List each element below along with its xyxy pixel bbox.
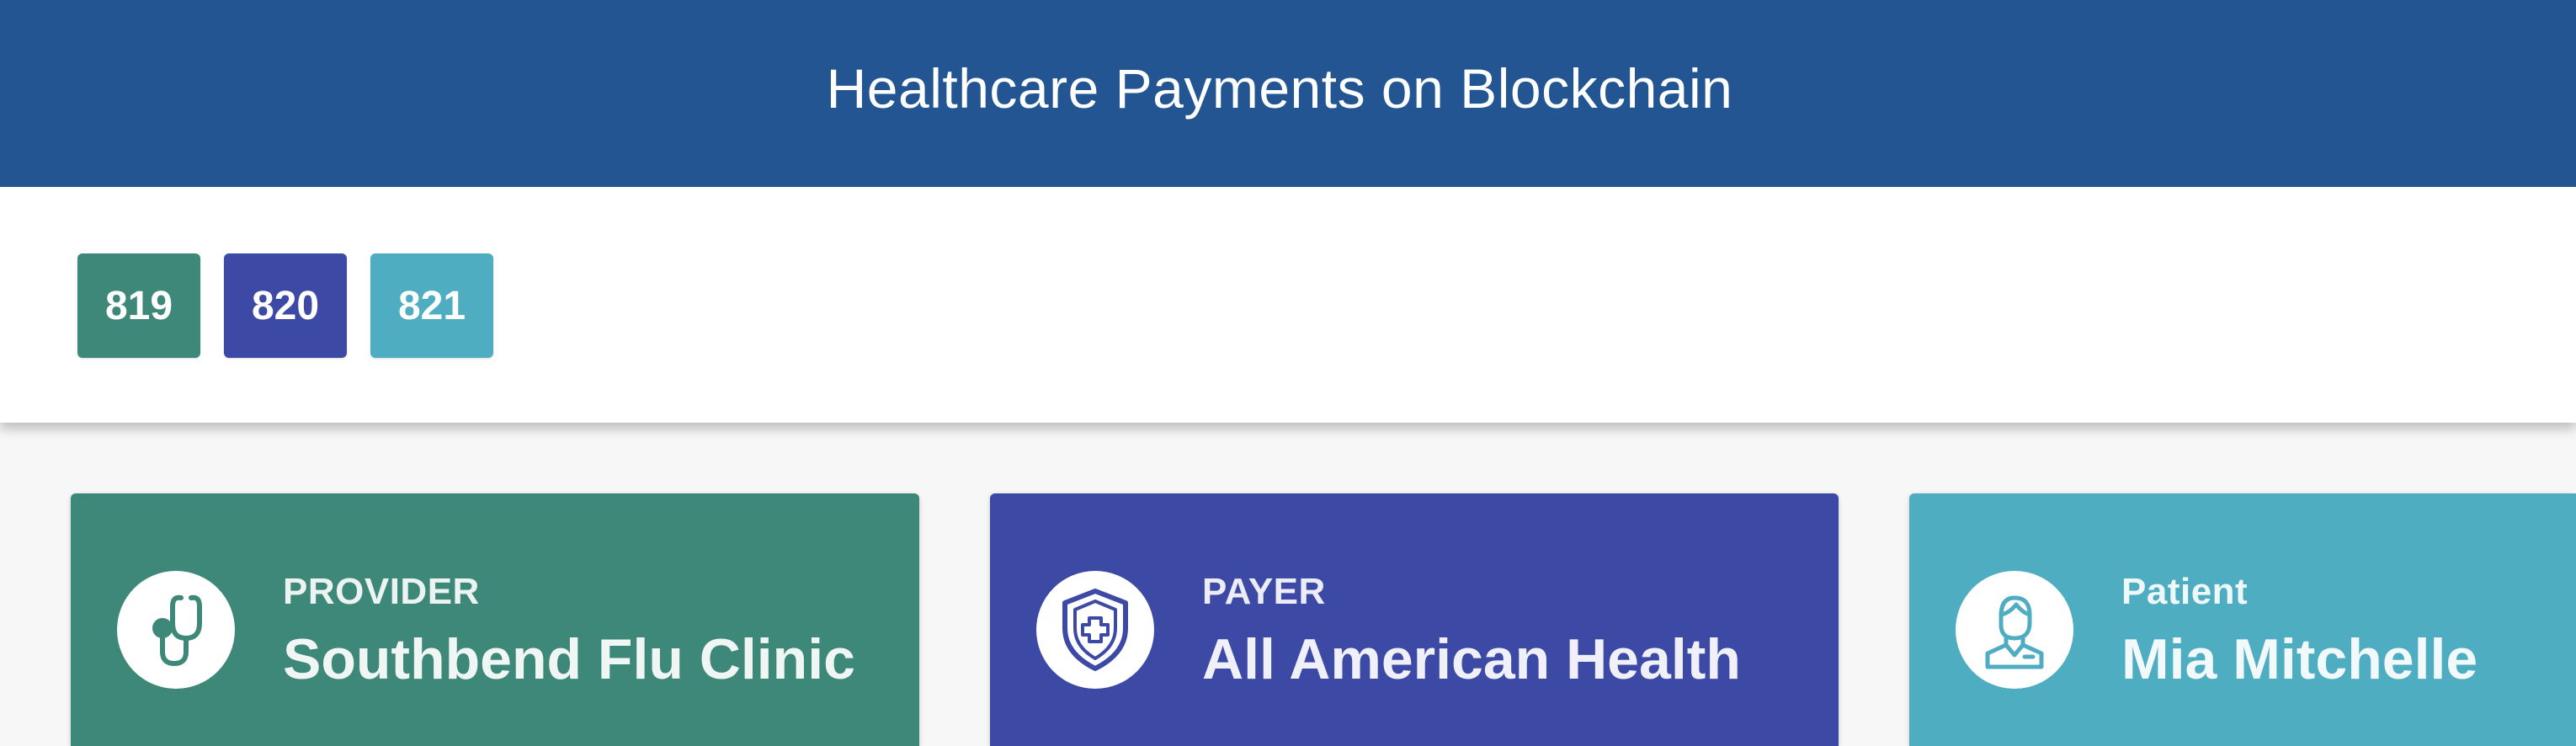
- provider-name: Southbend Flu Clinic: [283, 627, 855, 691]
- provider-role-label: PROVIDER: [283, 571, 480, 612]
- patient-name: Mia Mitchelle: [2121, 627, 2478, 691]
- payer-role-label: PAYER: [1202, 571, 1326, 612]
- payer-name: All American Health: [1202, 627, 1741, 691]
- page-title: Healthcare Payments on Blockchain: [826, 57, 1733, 120]
- block-button-820[interactable]: 820: [224, 253, 347, 358]
- shield-plus-icon: [1036, 571, 1154, 689]
- stethoscope-icon: [117, 571, 235, 689]
- user-icon: [1956, 571, 2073, 689]
- payer-card[interactable]: PAYER All American Health: [990, 493, 1839, 746]
- patient-role-label: Patient: [2121, 571, 2249, 612]
- provider-card[interactable]: PROVIDER Southbend Flu Clinic: [71, 493, 919, 746]
- block-button-819[interactable]: 819: [77, 253, 200, 358]
- patient-card[interactable]: Patient Mia Mitchelle: [1909, 493, 2576, 746]
- block-bar: 819 820 821: [0, 187, 2576, 423]
- app-header: Healthcare Payments on Blockchain: [0, 0, 2576, 187]
- block-button-821[interactable]: 821: [370, 253, 493, 358]
